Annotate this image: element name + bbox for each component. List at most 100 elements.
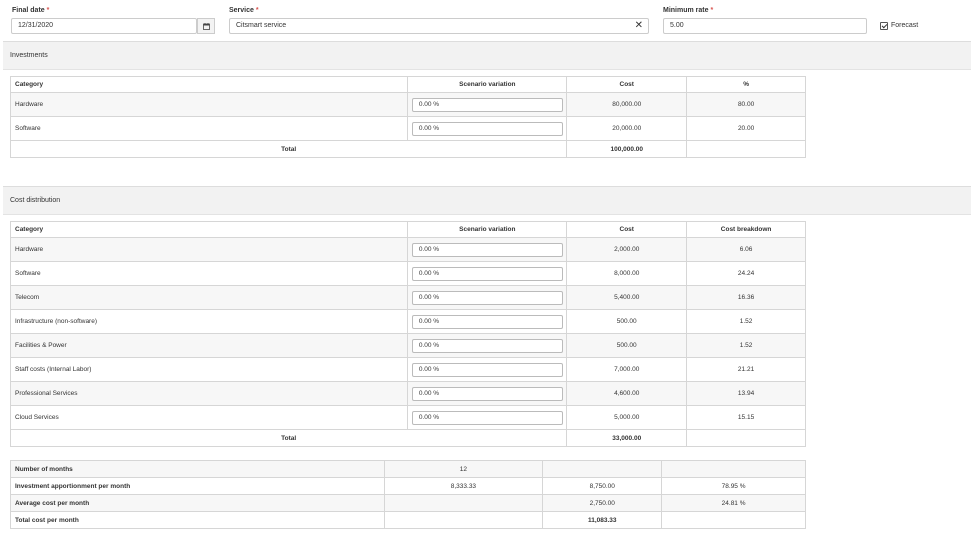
category-cell: Infrastructure (non-software) (9, 309, 409, 334)
variation-cell: 0.00 % (407, 357, 568, 382)
column-header-category: Category (9, 221, 409, 238)
total-row: Total 33,000.00 (9, 429, 806, 447)
category-cell: Software (9, 116, 409, 141)
breakdown-cell: 21.21 (686, 357, 806, 382)
service-value: Citsmart service (236, 22, 287, 29)
variation-cell: 0.00 % (407, 381, 568, 406)
breakdown-cell: 1.52 (686, 309, 806, 334)
cost-distribution-title: Cost distribution (10, 197, 61, 204)
summary-value: 12 (383, 460, 544, 478)
cost-cell: 8,000.00 (566, 261, 688, 286)
final-date-input[interactable]: 12/31/2020 (11, 18, 197, 34)
category-cell: Professional Services (9, 381, 409, 406)
cost-cell: 2,000.00 (566, 237, 688, 262)
forecast-checkbox[interactable] (880, 22, 888, 30)
column-header-scenario-variation: Scenario variation (407, 76, 568, 93)
scenario-variation-input[interactable]: 0.00 % (411, 338, 563, 353)
summary-value: 11,083.33 (542, 511, 663, 529)
summary-value: 2,750.00 (542, 494, 663, 512)
variation-cell: 0.00 % (407, 92, 568, 117)
filter-bar: Final date * 12/31/2020 Service * Citsma… (0, 0, 971, 41)
summary-label: Investment apportionment per month (10, 477, 385, 495)
service-label: Service * (229, 7, 259, 14)
breakdown-cell: 16.36 (686, 285, 806, 310)
scenario-variation-input[interactable]: 0.00 % (411, 362, 563, 377)
summary-label: Average cost per month (10, 494, 385, 512)
cost-cell: 500.00 (566, 309, 688, 334)
scenario-variation-input[interactable]: 0.00 % (411, 410, 563, 425)
scenario-variation-input[interactable]: 0.00 % (411, 314, 563, 329)
percent-cell: 20.00 (686, 116, 806, 141)
service-select[interactable]: Citsmart service ✕ (229, 18, 649, 34)
minimum-rate-label: Minimum rate * (663, 7, 713, 14)
investments-title: Investments (10, 52, 48, 59)
cost-cell: 500.00 (566, 333, 688, 358)
clear-icon[interactable]: ✕ (635, 19, 643, 33)
column-header-category: Category (9, 76, 409, 93)
summary-value (383, 494, 544, 512)
summary-row-total-cost: Total cost per month 11,083.33 (10, 511, 806, 529)
summary-value: 8,333.33 (383, 477, 544, 495)
table-row: Facilities & Power 0.00 % 500.00 1.52 (9, 333, 806, 358)
total-label: Total (9, 140, 568, 158)
percent-cell: 80.00 (686, 92, 806, 117)
scenario-variation-input[interactable]: 0.00 % (411, 290, 563, 305)
column-header-cost: Cost (566, 76, 688, 93)
summary-value: 24.81 % (661, 494, 806, 512)
category-cell: Facilities & Power (9, 333, 409, 358)
summary-table: Number of months 12 Investment apportion… (10, 460, 806, 529)
calendar-button[interactable] (197, 18, 215, 34)
variation-cell: 0.00 % (407, 333, 568, 358)
column-header-percent: % (686, 76, 806, 93)
summary-value (661, 511, 806, 529)
cost-cell: 5,000.00 (566, 405, 688, 430)
summary-row-months: Number of months 12 (10, 460, 806, 478)
column-header-cost-breakdown: Cost breakdown (686, 221, 806, 238)
summary-row-investment-apportionment: Investment apportionment per month 8,333… (10, 477, 806, 495)
scenario-variation-input[interactable]: 0.00 % (411, 121, 563, 136)
variation-cell: 0.00 % (407, 261, 568, 286)
scenario-variation-input[interactable]: 0.00 % (411, 97, 563, 112)
table-row: Hardware 0.00 % 2,000.00 6.06 (9, 237, 806, 262)
summary-value (542, 460, 663, 478)
total-row: Total 100,000.00 (9, 140, 806, 158)
minimum-rate-value: 5.00 (670, 22, 684, 29)
required-mark: * (710, 7, 714, 14)
summary-label: Total cost per month (10, 511, 385, 529)
total-cost: 33,000.00 (566, 429, 688, 447)
breakdown-cell: 13.94 (686, 381, 806, 406)
total-label: Total (9, 429, 568, 447)
breakdown-cell: 15.15 (686, 405, 806, 430)
table-header-row: Category Scenario variation Cost Cost br… (9, 221, 806, 238)
minimum-rate-label-text: Minimum rate (663, 7, 709, 14)
table-row: Infrastructure (non-software) 0.00 % 500… (9, 309, 806, 334)
total-breakdown (686, 429, 806, 447)
variation-cell: 0.00 % (407, 285, 568, 310)
investments-header: Investments (3, 42, 971, 70)
category-cell: Hardware (9, 92, 409, 117)
minimum-rate-input[interactable]: 5.00 (663, 18, 867, 34)
summary-value: 8,750.00 (542, 477, 663, 495)
variation-cell: 0.00 % (407, 309, 568, 334)
summary-value (661, 460, 806, 478)
scenario-variation-input[interactable]: 0.00 % (411, 386, 563, 401)
total-cost: 100,000.00 (566, 140, 688, 158)
required-mark: * (46, 7, 50, 14)
scenario-variation-input[interactable]: 0.00 % (411, 242, 563, 257)
category-cell: Hardware (9, 237, 409, 262)
investments-table: Category Scenario variation Cost % Hardw… (9, 76, 806, 158)
summary-value: 78.95 % (661, 477, 806, 495)
final-date-value: 12/31/2020 (18, 22, 54, 29)
summary-label: Number of months (10, 460, 385, 478)
cost-cell: 7,000.00 (566, 357, 688, 382)
table-row: Software 0.00 % 8,000.00 24.24 (9, 261, 806, 286)
forecast-label: Forecast (891, 22, 919, 29)
variation-cell: 0.00 % (407, 405, 568, 430)
service-label-text: Service (229, 7, 254, 14)
cost-cell: 4,600.00 (566, 381, 688, 406)
category-cell: Cloud Services (9, 405, 409, 430)
table-row: Professional Services 0.00 % 4,600.00 13… (9, 381, 806, 406)
scenario-variation-input[interactable]: 0.00 % (411, 266, 563, 281)
table-header-row: Category Scenario variation Cost % (9, 76, 806, 93)
column-header-scenario-variation: Scenario variation (407, 221, 568, 238)
